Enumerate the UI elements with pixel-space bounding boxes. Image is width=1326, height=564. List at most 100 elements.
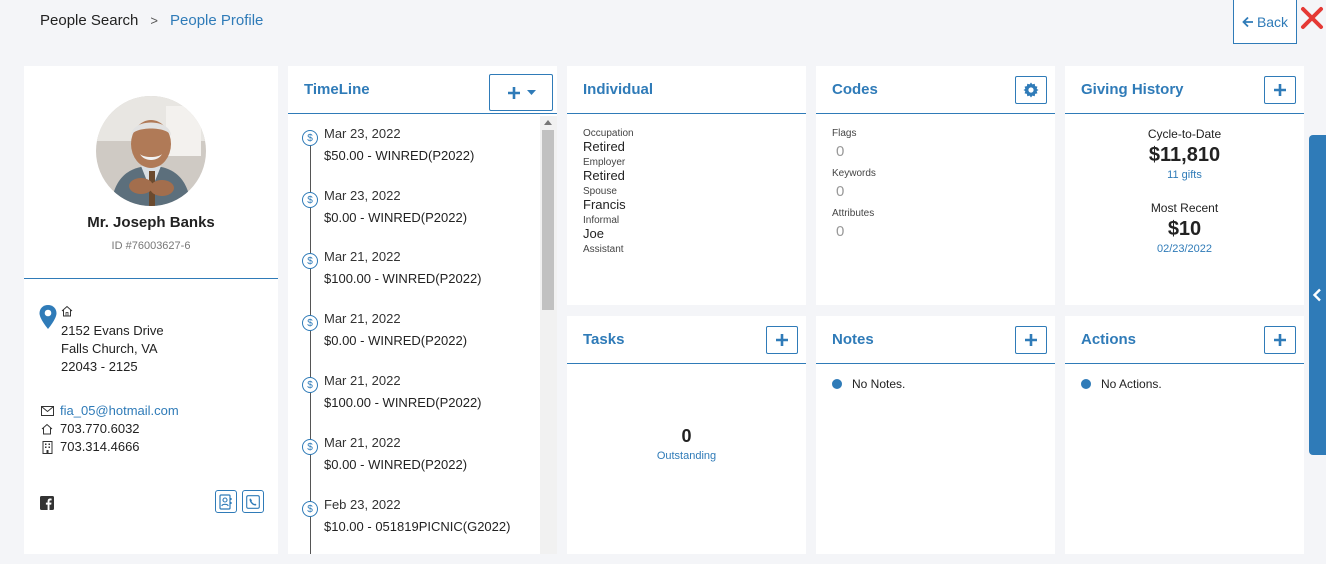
close-icon[interactable] [1300,6,1324,30]
person-id: ID #76003627-6 [111,240,191,252]
timeline-amount: $100.00 - WINRED(P2022) [324,271,482,286]
timeline-scrollbar[interactable] [540,116,557,554]
actions-title: Actions [1081,331,1137,348]
keywords-count: 0 [836,183,845,200]
tasks-add-button[interactable] [766,325,798,354]
divider [24,278,278,279]
notes-add-button[interactable] [1015,325,1047,354]
timeline-item[interactable]: $ Mar 23, 2022 $0.00 - WINRED(P2022) [302,188,532,250]
address-line: 2152 Evans Drive [61,323,164,338]
timeline-amount: $10.00 - 051819PICNIC(G2022) [324,519,511,534]
dollar-icon: $ [302,130,318,146]
timeline-amount: $0.00 - WINRED(P2022) [324,333,468,348]
email-link[interactable]: fia_05@hotmail.com [60,402,179,420]
contact-card-icon [219,493,232,510]
plus-icon [1274,333,1286,346]
back-label: Back [1256,13,1289,30]
timeline-item[interactable]: $ Feb 23, 2022 $10.00 - 051819PICNIC(G20… [302,497,532,554]
actions-add-button[interactable] [1264,325,1296,354]
dollar-icon: $ [302,501,318,517]
tasks-title: Tasks [583,331,625,348]
timeline-amount: $0.00 - WINRED(P2022) [324,210,468,225]
spouse-value: Francis [583,197,626,212]
home-phone-icon [41,423,53,435]
phone-button[interactable] [242,490,264,513]
caret-down-icon [526,89,536,95]
timeline-item[interactable]: $ Mar 21, 2022 $100.00 - WINRED(P2022) [302,373,532,435]
scrollbar-thumb[interactable] [542,130,554,310]
dollar-icon: $ [302,439,318,455]
assistant-label: Assistant [583,244,624,255]
timeline-amount: $50.00 - WINRED(P2022) [324,148,475,163]
notes-card: Notes No Notes. [816,316,1055,554]
tasks-card: Tasks 0 Outstanding [567,316,806,554]
home-icon [61,305,73,317]
plus-icon [1274,83,1286,96]
building-icon [42,440,52,454]
codes-title: Codes [832,81,878,98]
map-pin-icon[interactable] [38,304,58,330]
timeline-item[interactable]: $ Mar 21, 2022 $0.00 - WINRED(P2022) [302,435,532,497]
occupation-value: Retired [583,139,625,154]
outstanding-link[interactable]: Outstanding [567,450,806,462]
most-recent-amount: $10 [1167,218,1202,240]
address-line: Falls Church, VA [61,341,158,356]
notes-title: Notes [832,331,874,348]
facebook-icon[interactable] [40,496,54,510]
flags-label: Flags [832,128,857,139]
timeline-date: Mar 23, 2022 [324,188,401,203]
address-line: 22043 - 2125 [61,359,138,374]
timeline-amount: $0.00 - WINRED(P2022) [324,457,468,472]
timeline-item[interactable]: $ Mar 23, 2022 $50.00 - WINRED(P2022) [302,126,532,188]
most-recent-label: Most Recent [1150,201,1219,215]
bullet-icon [1081,379,1091,389]
giving-add-button[interactable] [1264,75,1296,104]
cycle-to-date-label: Cycle-to-Date [1147,127,1222,141]
plus-icon [507,86,520,99]
bullet-icon [832,379,842,389]
individual-title: Individual [583,81,654,98]
timeline-amount: $100.00 - WINRED(P2022) [324,395,482,410]
spouse-label: Spouse [583,186,617,197]
giving-history-card: Giving History Cycle-to-Date $11,810 11 … [1065,66,1304,305]
informal-value: Joe [583,226,604,241]
timeline-item[interactable]: $ Mar 21, 2022 $0.00 - WINRED(P2022) [302,311,532,373]
breadcrumb-separator: > [150,13,158,28]
timeline-add-dropdown-button[interactable] [489,74,553,111]
dollar-icon: $ [302,253,318,269]
giving-history-title: Giving History [1081,81,1184,98]
address-block: 2152 Evans Drive Falls Church, VA 22043 … [38,304,164,376]
timeline-list: $ Mar 23, 2022 $50.00 - WINRED(P2022) $ … [288,116,540,554]
actions-empty-text: No Actions. [1101,377,1162,391]
employer-label: Employer [583,157,626,168]
dollar-icon: $ [302,377,318,393]
arrow-left-icon [1242,16,1253,27]
codes-settings-button[interactable] [1015,75,1047,104]
contact-card-button[interactable] [215,490,237,513]
flags-count: 0 [836,143,845,160]
gear-icon [1023,82,1039,97]
timeline-date: Mar 21, 2022 [324,435,401,450]
actions-card: Actions No Actions. [1065,316,1304,554]
breadcrumb-people-search[interactable]: People Search [40,12,138,29]
person-name: Mr. Joseph Banks [87,214,215,231]
timeline-date: Feb 23, 2022 [324,497,401,512]
breadcrumb: People Search > People Profile [40,12,263,29]
profile-card: Mr. Joseph Banks ID #76003627-6 2152 Eva… [24,66,278,554]
scroll-up-arrow[interactable] [544,120,552,125]
keywords-label: Keywords [832,168,876,179]
occupation-label: Occupation [583,128,634,139]
back-button[interactable]: Back [1233,0,1297,44]
gifts-count-link[interactable]: 11 gifts [1065,169,1304,181]
most-recent-date-link[interactable]: 02/23/2022 [1065,243,1304,255]
work-phone: 703.314.4666 [60,439,140,454]
individual-card: Individual Occupation Retired Employer R… [567,66,806,305]
timeline-title: TimeLine [304,81,370,98]
tasks-count: 0 [681,426,692,446]
side-panel-toggle[interactable] [1309,135,1326,455]
timeline-date: Mar 21, 2022 [324,249,401,264]
codes-card: Codes Flags 0 Keywords 0 Attributes 0 [816,66,1055,305]
informal-label: Informal [583,215,620,226]
cycle-to-date-amount: $11,810 [1148,144,1221,166]
timeline-item[interactable]: $ Mar 21, 2022 $100.00 - WINRED(P2022) [302,249,532,311]
